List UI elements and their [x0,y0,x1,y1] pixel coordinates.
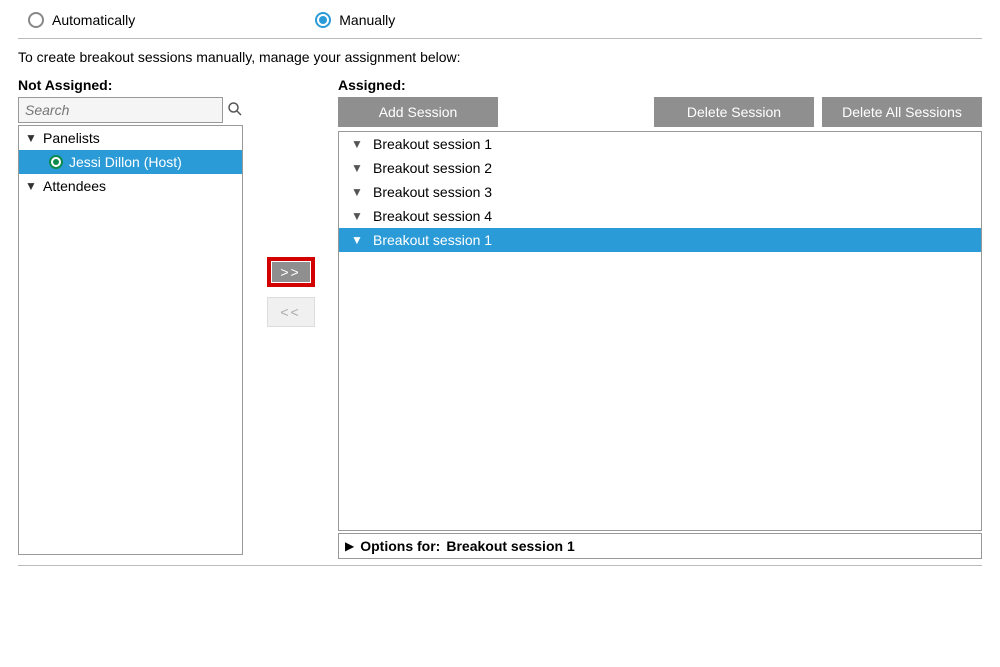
not-assigned-list[interactable]: ▼ Panelists Jessi Dillon (Host) ▼ Attend… [18,125,243,555]
chevron-down-icon: ▼ [351,209,363,223]
session-row[interactable]: ▼ Breakout session 2 [339,156,981,180]
session-row[interactable]: ▼ Breakout session 3 [339,180,981,204]
chevron-down-icon: ▼ [351,137,363,151]
search-input[interactable] [18,97,223,123]
mode-manually-radio[interactable]: Manually [315,12,395,28]
session-label: Breakout session 2 [373,160,492,176]
chevron-down-icon: ▼ [25,179,37,193]
radio-icon [315,12,331,28]
assign-button[interactable]: >> [267,257,315,287]
divider [18,38,982,39]
session-label: Breakout session 1 [373,136,492,152]
session-row[interactable]: ▼ Breakout session 1 [339,228,981,252]
add-session-button[interactable]: Add Session [338,97,498,127]
delete-all-sessions-button[interactable]: Delete All Sessions [822,97,982,127]
session-row[interactable]: ▼ Breakout session 4 [339,204,981,228]
chevron-down-icon: ▼ [351,233,363,247]
chevron-right-icon: ▶ [345,539,354,553]
chevron-left-double-icon: << [280,304,300,320]
panelists-group[interactable]: ▼ Panelists [19,126,242,150]
delete-session-button[interactable]: Delete Session [654,97,814,127]
mode-automatically-radio[interactable]: Automatically [28,12,135,28]
panelists-label: Panelists [43,130,100,146]
options-target: Breakout session 1 [446,538,574,554]
assigned-title: Assigned: [338,77,982,93]
instruction-text: To create breakout sessions manually, ma… [18,49,982,65]
panelist-item[interactable]: Jessi Dillon (Host) [19,150,242,174]
not-assigned-title: Not Assigned: [18,77,243,93]
mode-automatically-label: Automatically [52,12,135,28]
presence-icon [49,155,63,169]
chevron-right-double-icon: >> [280,264,300,280]
chevron-down-icon: ▼ [351,185,363,199]
options-prefix: Options for: [360,538,440,554]
chevron-down-icon: ▼ [351,161,363,175]
session-row[interactable]: ▼ Breakout session 1 [339,132,981,156]
session-label: Breakout session 1 [373,232,492,248]
divider [18,565,982,566]
assigned-list[interactable]: ▼Breakout session 1 ▼Breakout session 2 … [338,131,982,531]
radio-icon [28,12,44,28]
mode-manually-label: Manually [339,12,395,28]
panelist-name: Jessi Dillon (Host) [69,154,182,170]
options-for-toggle[interactable]: ▶ Options for: Breakout session 1 [338,533,982,559]
attendees-label: Attendees [43,178,106,194]
search-icon[interactable] [227,101,243,120]
session-label: Breakout session 4 [373,208,492,224]
session-label: Breakout session 3 [373,184,492,200]
unassign-button[interactable]: << [267,297,315,327]
attendees-group[interactable]: ▼ Attendees [19,174,242,198]
chevron-down-icon: ▼ [25,131,37,145]
